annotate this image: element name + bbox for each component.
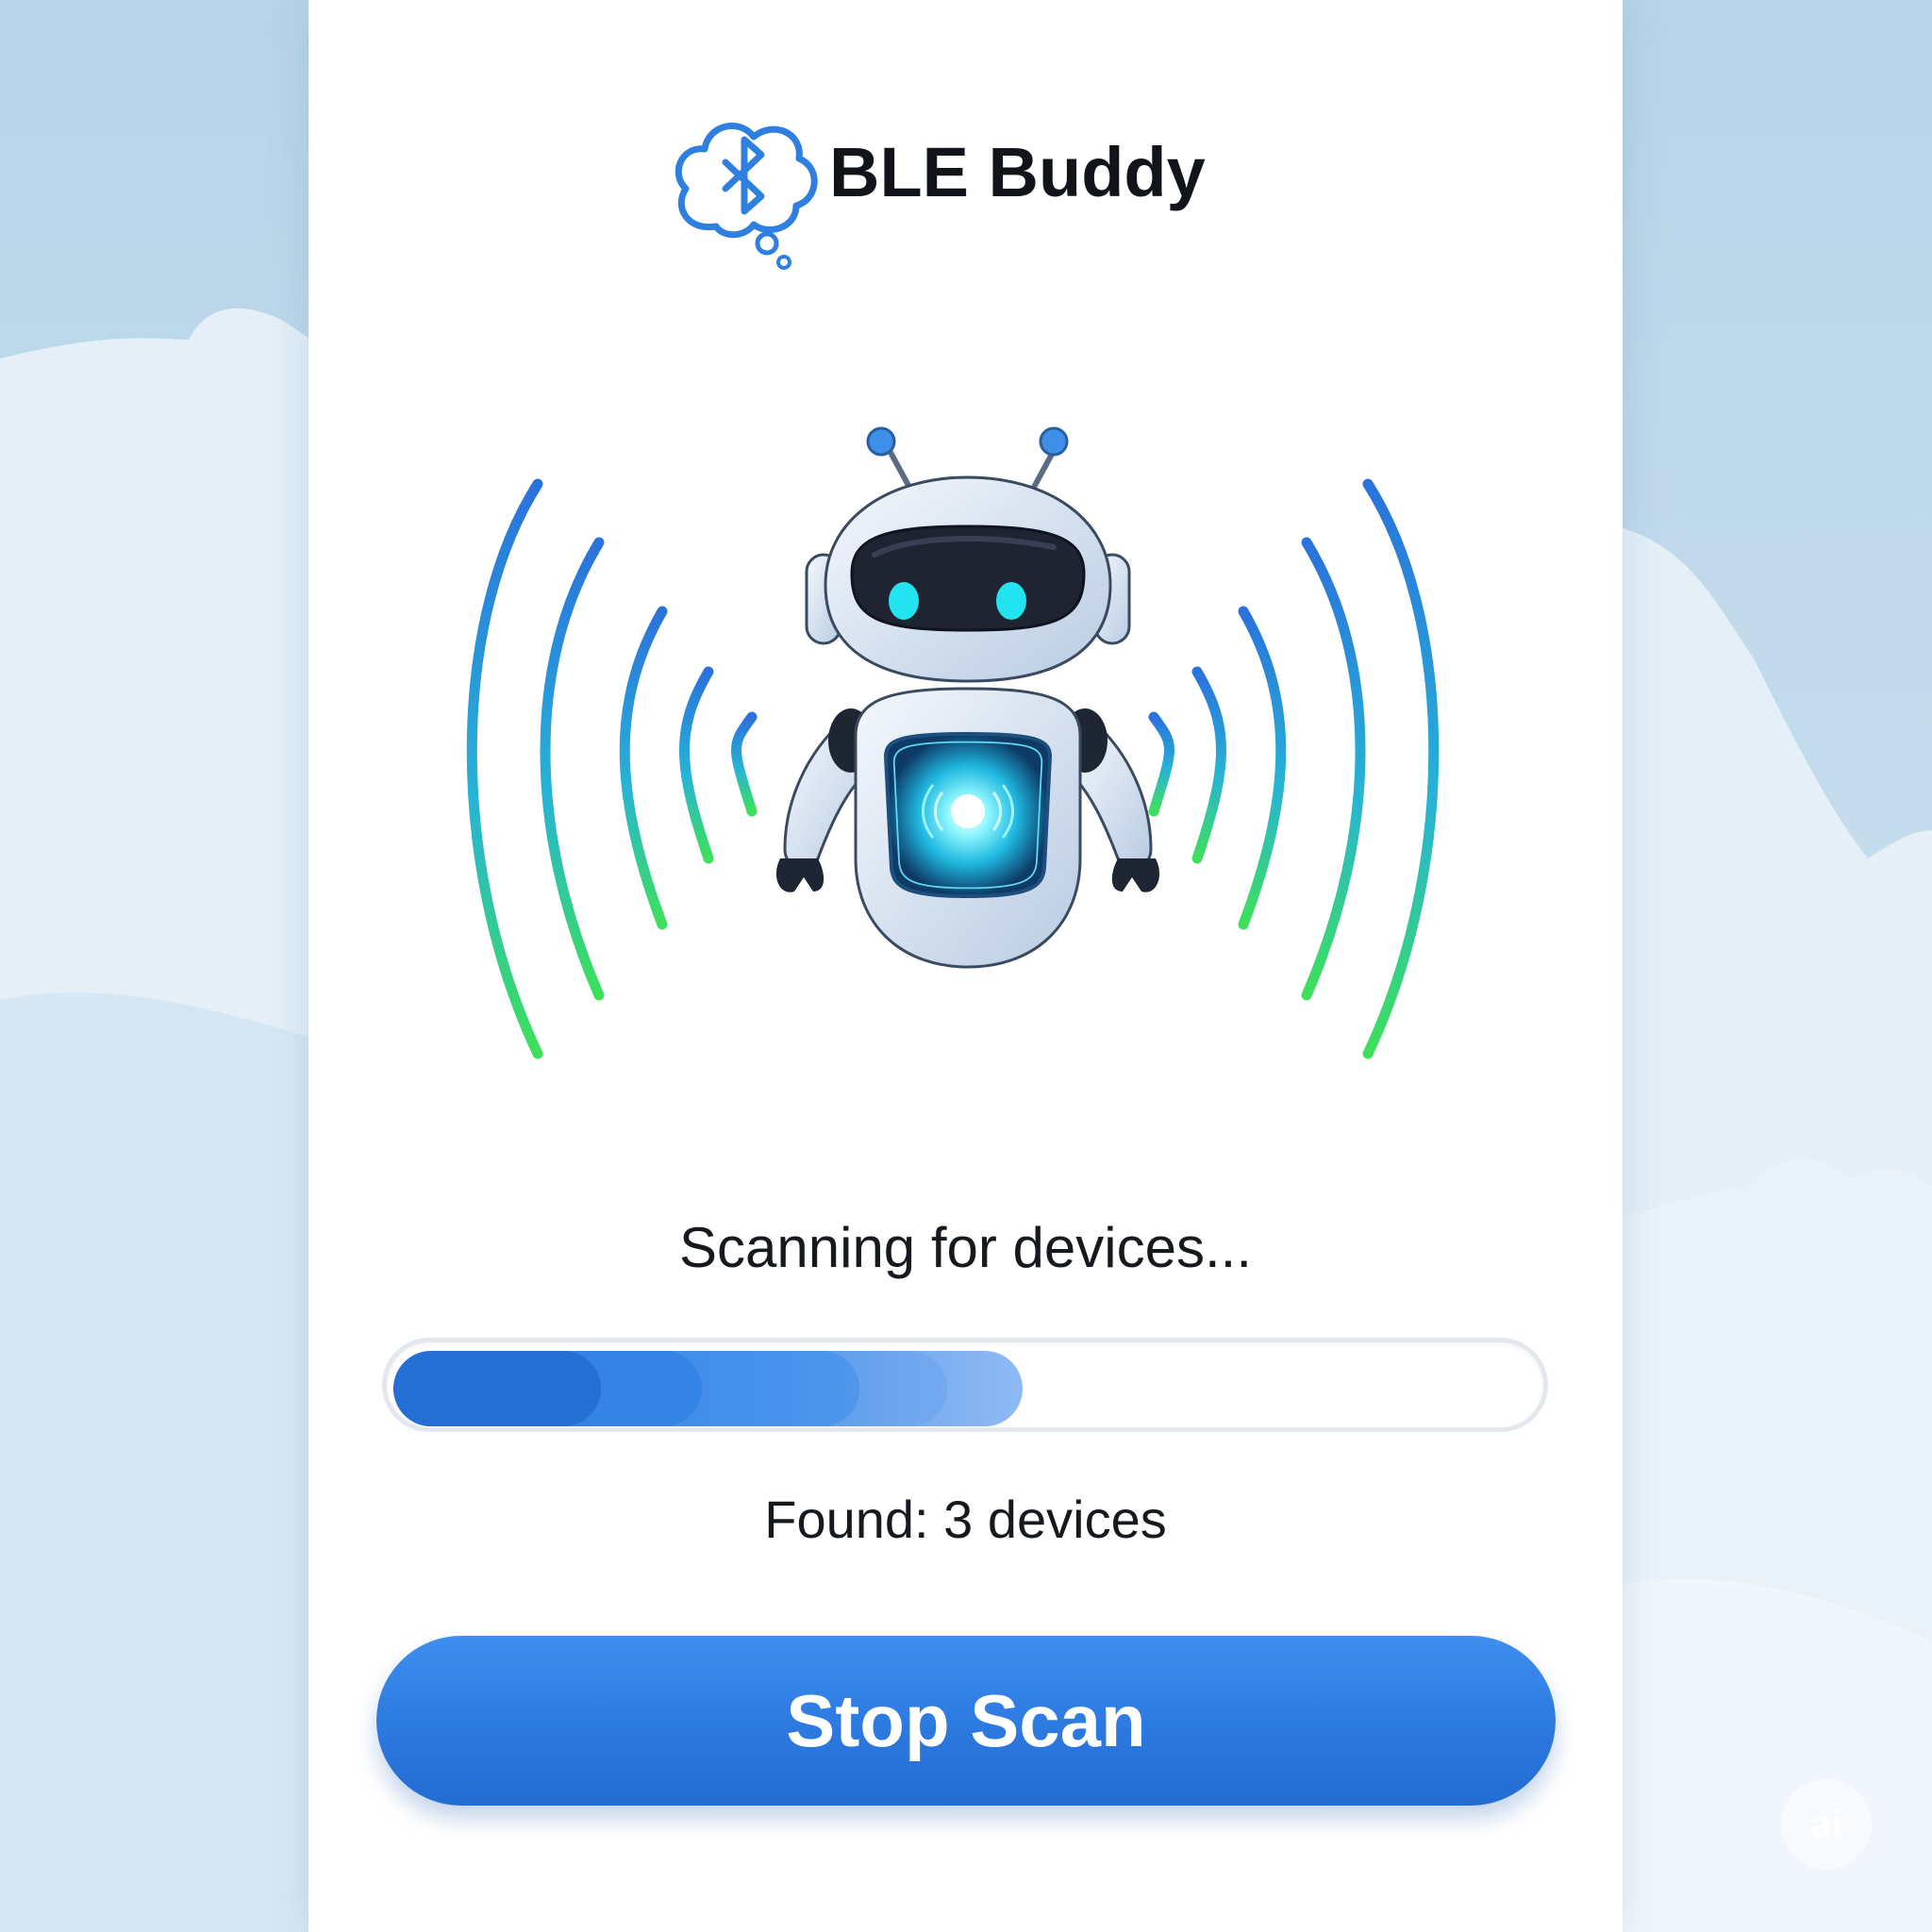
ai-watermark-badge: ai xyxy=(1781,1779,1872,1870)
devices-found-text: Found: 3 devices xyxy=(764,1490,1167,1549)
bluetooth-cloud-icon xyxy=(675,122,818,270)
scan-progress-fill xyxy=(393,1351,1023,1426)
scan-card: BLE Buddy Scanning for devices... Found:… xyxy=(308,0,1623,1932)
scan-status-text: Scanning for devices... xyxy=(678,1216,1252,1279)
scan-progress-bar xyxy=(382,1338,1548,1432)
app-header: BLE Buddy xyxy=(308,94,1623,283)
robot-icon xyxy=(775,426,1160,969)
signal-waves-left xyxy=(466,478,758,1059)
stop-scan-button[interactable]: Stop Scan xyxy=(376,1636,1556,1806)
scanner-illustration xyxy=(466,426,1440,1059)
app-title: BLE Buddy xyxy=(829,133,1206,211)
signal-waves-right xyxy=(1148,478,1440,1059)
